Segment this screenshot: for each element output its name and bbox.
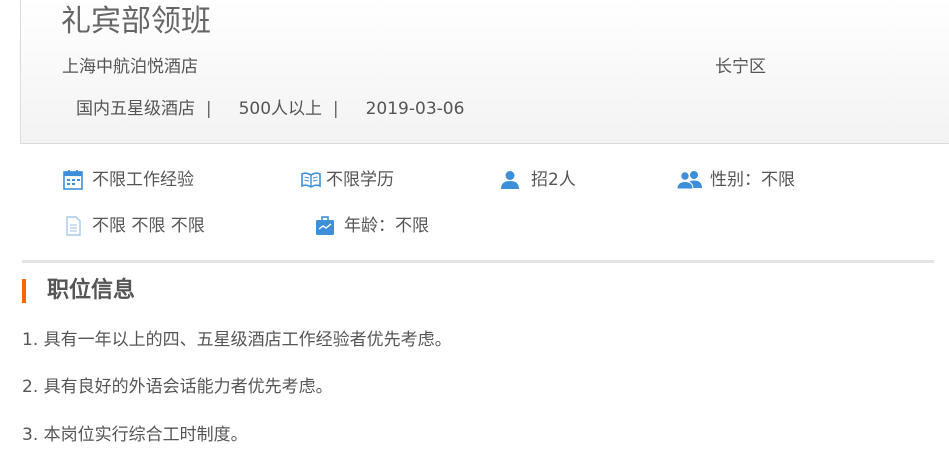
requirement-label: 招2人 <box>531 170 576 190</box>
meta-separator: | <box>332 99 339 119</box>
meta-separator: | <box>205 99 212 119</box>
people-icon <box>676 169 704 191</box>
briefcase-icon <box>314 215 336 237</box>
requirement-headcount: 招2人 <box>499 169 576 191</box>
company-name[interactable]: 上海中航泊悦酒店 <box>62 56 198 78</box>
section-accent-bar <box>22 279 26 303</box>
requirement-other: 不限 不限 不限 <box>62 215 205 237</box>
post-date: 2019-03-06 <box>365 99 465 119</box>
requirement-gender: 性别：不限 <box>676 169 795 191</box>
hotel-type: 国内五星级酒店 <box>76 99 195 119</box>
duty-item: 2. 具有良好的外语会话能力者优先考虑。 <box>22 377 333 397</box>
requirement-label: 不限工作经验 <box>92 170 194 190</box>
requirement-age: 年龄：不限 <box>314 215 429 237</box>
person-icon <box>499 169 521 191</box>
book-icon <box>300 169 322 191</box>
section-divider <box>22 260 934 263</box>
section-title: 职位信息 <box>47 278 136 303</box>
document-icon <box>62 215 84 237</box>
requirement-education: 不限学历 <box>300 169 394 191</box>
job-meta-line: 国内五星级酒店 | 500人以上 | 2019-03-06 <box>76 98 464 120</box>
requirement-label: 不限 不限 不限 <box>92 216 205 236</box>
job-title: 礼宾部领班 <box>61 4 211 39</box>
calendar-icon <box>62 169 84 191</box>
requirement-label: 性别：不限 <box>710 170 795 190</box>
duty-item: 1. 具有一年以上的四、五星级酒店工作经验者优先考虑。 <box>22 330 452 350</box>
requirement-label: 年龄：不限 <box>344 216 429 236</box>
requirement-experience: 不限工作经验 <box>62 169 194 191</box>
company-size: 500人以上 <box>238 99 323 119</box>
duty-item: 3. 本岗位实行综合工时制度。 <box>22 425 248 445</box>
district-label: 长宁区 <box>715 57 766 77</box>
requirement-label: 不限学历 <box>326 170 394 190</box>
